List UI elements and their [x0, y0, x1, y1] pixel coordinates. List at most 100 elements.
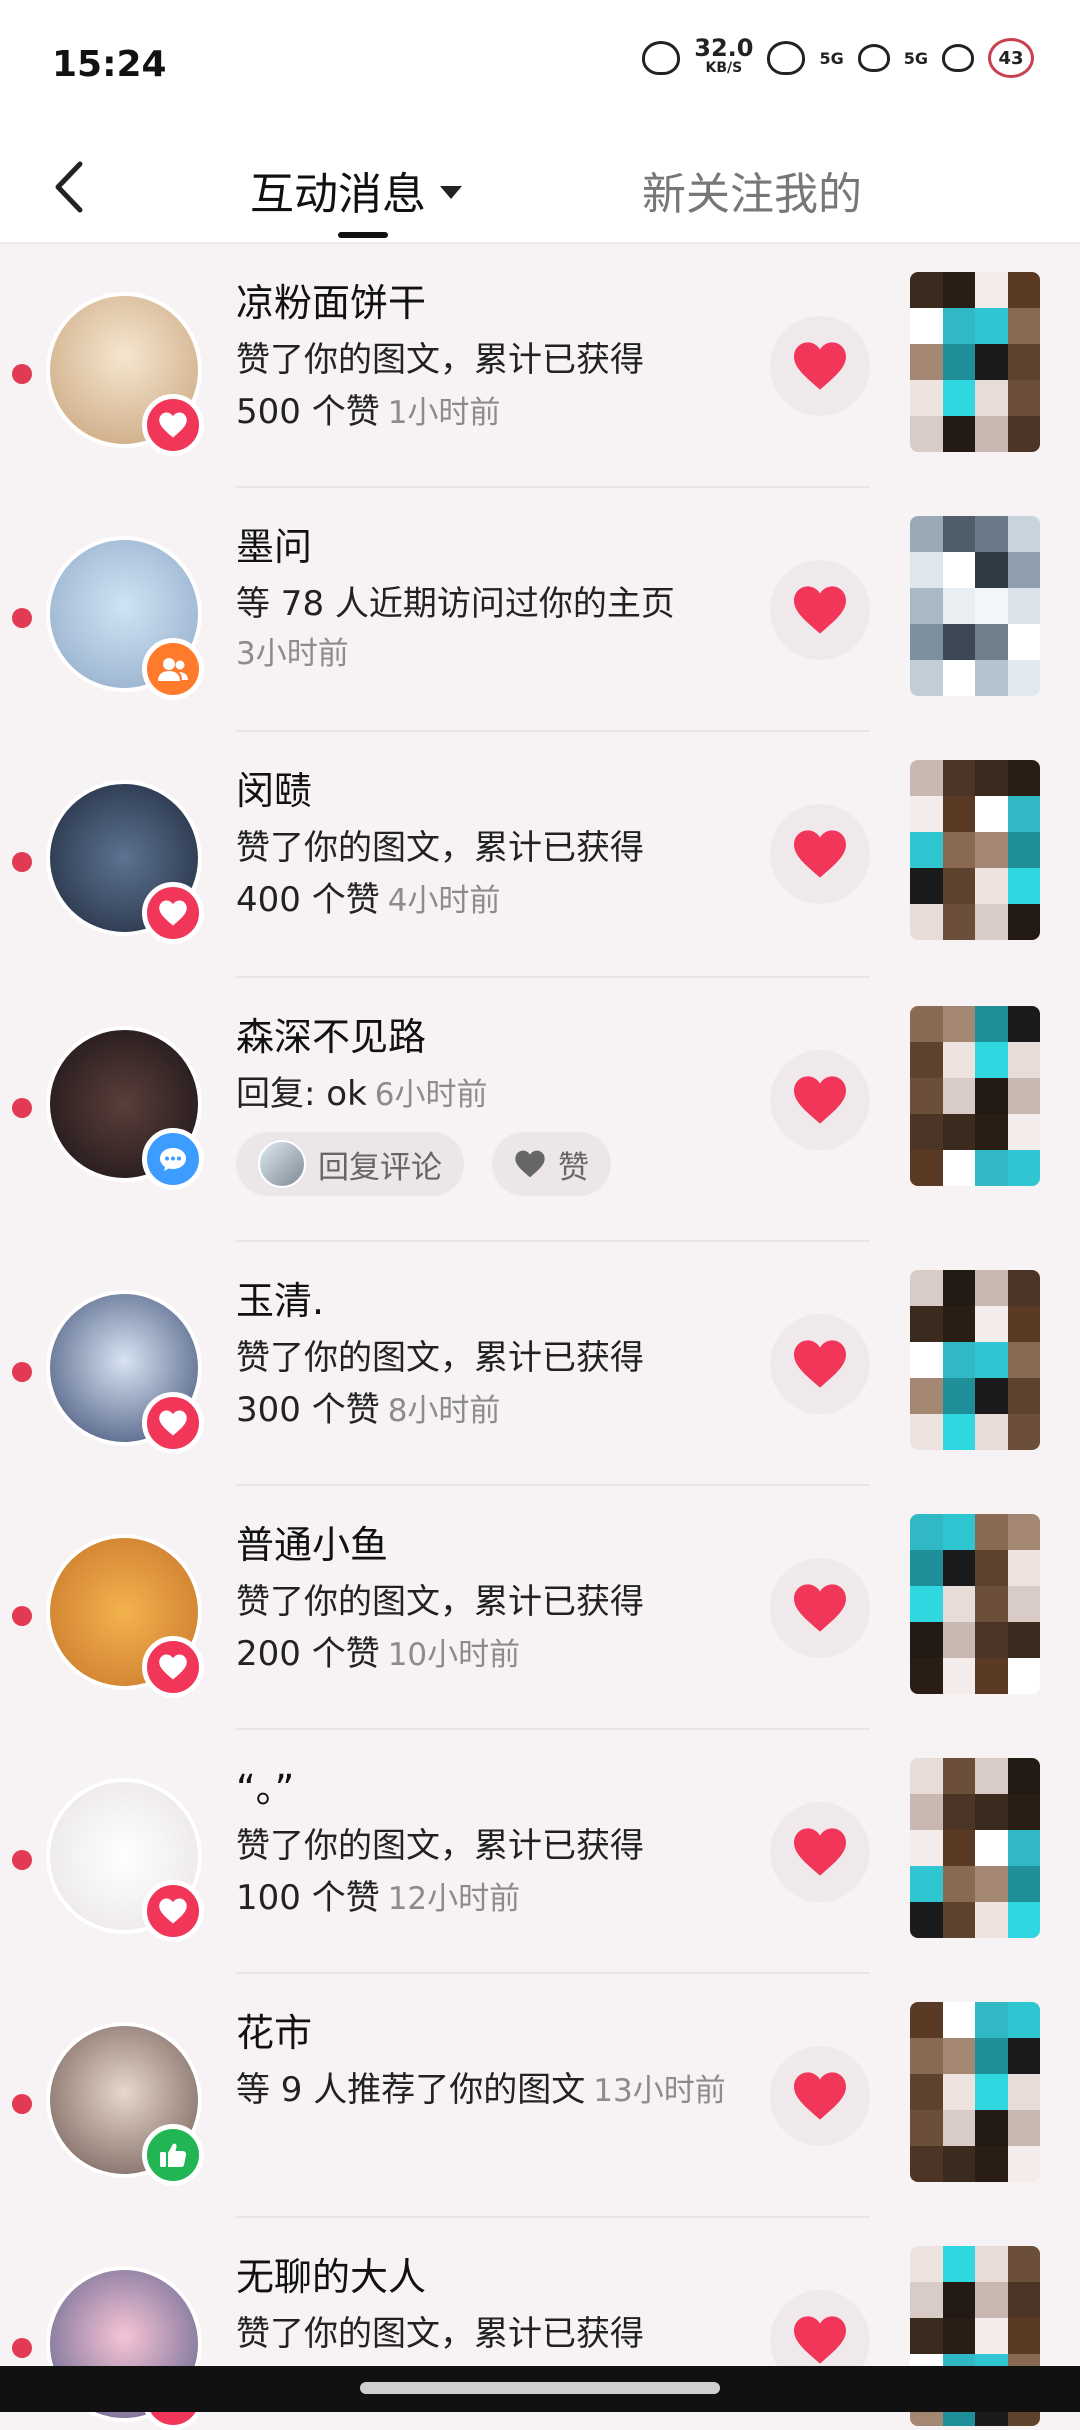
sender-name[interactable]: “。” [236, 1758, 294, 1813]
battery-level: 43 [998, 47, 1024, 69]
back-button[interactable] [36, 152, 106, 222]
sender-name[interactable]: 墨问 [236, 516, 312, 571]
unread-dot [12, 1362, 32, 1382]
sender-name[interactable]: 森深不见路 [236, 1006, 426, 1061]
network-speed-value: 32.0 [694, 34, 754, 62]
notification-row[interactable]: 花市等 9 人推荐了你的图文 13小时前 [0, 1974, 1080, 2218]
my-avatar [258, 1140, 306, 1188]
like-count-text: 400 个赞 [236, 880, 380, 920]
notification-text-line: 回复: ok [236, 1074, 367, 1114]
post-thumbnail[interactable] [910, 1006, 1040, 1186]
notification-count: 500 个赞 1小时前 [236, 384, 500, 433]
like-back-button[interactable] [770, 1558, 870, 1658]
post-thumbnail[interactable] [910, 1270, 1040, 1450]
notification-text: 回复: ok 6小时前 [236, 1066, 488, 1115]
heart-badge-icon [142, 1880, 204, 1942]
post-thumbnail[interactable] [910, 1758, 1040, 1938]
signal-bars-icon [857, 44, 890, 72]
timestamp: 4小时前 [387, 883, 501, 919]
heart-icon [794, 1076, 846, 1124]
notification-count: 400 个赞 4小时前 [236, 872, 500, 921]
like-back-button[interactable] [770, 2046, 870, 2146]
notification-text: 赞了你的图文，累计已获得 [236, 1330, 644, 1379]
sender-name[interactable]: 花市 [236, 2002, 312, 2057]
signal-bars-icon [942, 44, 974, 72]
notification-time-line: 3小时前 [236, 628, 349, 673]
like-back-button[interactable] [770, 316, 870, 416]
like-count-text: 500 个赞 [236, 392, 380, 432]
heart-icon [794, 2072, 846, 2120]
timestamp: 10小时前 [387, 1637, 521, 1673]
sender-name[interactable]: 无聊的大人 [236, 2246, 426, 2301]
notification-text: 赞了你的图文，累计已获得 [236, 820, 644, 869]
tab-interactions[interactable]: 互动消息 [250, 158, 462, 222]
reply-comment-label: 回复评论 [318, 1149, 442, 1186]
unread-dot [12, 1098, 32, 1118]
like-back-button[interactable] [770, 560, 870, 660]
notification-text-line: 赞了你的图文，累计已获得 [236, 828, 644, 868]
heart-icon [794, 1584, 846, 1632]
like-back-button[interactable] [770, 804, 870, 904]
unread-dot [12, 2338, 32, 2358]
post-thumbnail[interactable] [910, 1514, 1040, 1694]
post-thumbnail[interactable] [910, 516, 1040, 696]
tab-interactions-label: 互动消息 [250, 169, 426, 220]
heart-icon [794, 586, 846, 634]
notification-text: 赞了你的图文，累计已获得 [236, 1818, 644, 1867]
heart-badge-icon [142, 1392, 204, 1454]
notification-count: 300 个赞 8小时前 [236, 1382, 500, 1431]
like-comment-label: 赞 [558, 1149, 589, 1186]
like-back-button[interactable] [770, 1050, 870, 1150]
tab-new-followers[interactable]: 新关注我的 [642, 158, 862, 222]
notification-row[interactable]: 凉粉面饼干 赞了你的图文，累计已获得 500 个赞 1小时前 [0, 244, 1080, 488]
users-badge-icon [142, 638, 204, 700]
like-comment-button[interactable]: 赞 [492, 1132, 611, 1196]
notification-row[interactable]: 普通小鱼赞了你的图文，累计已获得 200 个赞 10小时前 [0, 1486, 1080, 1730]
notification-row[interactable]: 玉清. 赞了你的图文，累计已获得 300 个赞 8小时前 [0, 1242, 1080, 1486]
timestamp: 13小时前 [593, 2073, 726, 2109]
notification-row[interactable]: 墨问等 78 人近期访问过你的主页 3小时前 [0, 488, 1080, 732]
notification-text-line: 赞了你的图文，累计已获得 [236, 1826, 644, 1866]
like-back-button[interactable] [770, 1314, 870, 1414]
like-back-button[interactable] [770, 1802, 870, 1902]
notification-text: 赞了你的图文，累计已获得 [236, 2306, 644, 2355]
notification-row[interactable]: 森深不见路回复: ok 6小时前回复评论 赞 [0, 978, 1080, 1242]
signal-1-label: 5G [819, 48, 844, 68]
heart-icon [794, 1828, 846, 1876]
home-indicator[interactable] [360, 2382, 720, 2394]
timestamp: 3小时前 [236, 636, 349, 672]
sender-name[interactable]: 凉粉面饼干 [236, 272, 426, 327]
heart-badge-icon [142, 394, 204, 456]
post-thumbnail[interactable] [910, 272, 1040, 452]
notification-row[interactable]: 闵赜 赞了你的图文，累计已获得 400 个赞 4小时前 [0, 732, 1080, 978]
sender-name[interactable]: 玉清. [236, 1270, 324, 1325]
notification-text-line: 赞了你的图文，累计已获得 [236, 2314, 644, 2354]
network-speed: 32.0 KB/S [694, 34, 754, 78]
notification-count: 200 个赞 10小时前 [236, 1626, 520, 1675]
heart-icon [794, 830, 846, 878]
network-speed-unit: KB/S [705, 60, 743, 76]
heart-badge-icon [142, 1636, 204, 1698]
post-thumbnail[interactable] [910, 760, 1040, 940]
notification-text-line: 赞了你的图文，累计已获得 [236, 1582, 644, 1622]
reply-comment-button[interactable]: 回复评论 [236, 1132, 464, 1196]
chevron-left-icon [55, 161, 83, 213]
notification-text-line: 等 78 人近期访问过你的主页 [236, 584, 675, 624]
sender-name[interactable]: 普通小鱼 [236, 1514, 388, 1569]
top-nav: 互动消息 新关注我的 [0, 132, 1080, 244]
notification-text: 等 78 人近期访问过你的主页 [236, 576, 675, 625]
timestamp: 8小时前 [387, 1393, 501, 1429]
heart-outline-icon [515, 1150, 545, 1178]
heart-icon [794, 342, 846, 390]
unread-dot [12, 1606, 32, 1626]
status-bar: 15:24 32.0 KB/S 5G 5G 43 [0, 0, 1080, 132]
caret-down-icon [440, 185, 462, 199]
post-thumbnail[interactable] [910, 2002, 1040, 2182]
notification-text-line: 赞了你的图文，累计已获得 [236, 1338, 644, 1378]
sender-name[interactable]: 闵赜 [236, 760, 312, 815]
unread-dot [12, 364, 32, 384]
notification-row[interactable]: “。” 赞了你的图文，累计已获得 100 个赞 12小时前 [0, 1730, 1080, 1974]
notification-count: 100 个赞 12小时前 [236, 1870, 520, 1919]
timestamp: 1小时前 [387, 395, 501, 431]
status-time: 15:24 [52, 44, 167, 85]
